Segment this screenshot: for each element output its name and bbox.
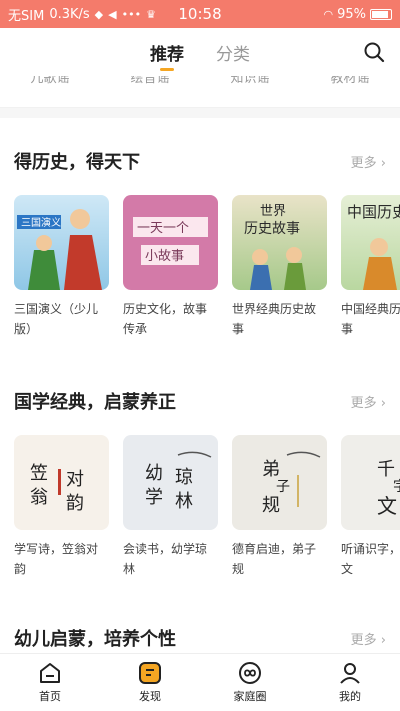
book-card[interactable]: 一天一个 小故事 历史文化，故事传承	[123, 195, 218, 339]
top-nav: 推荐 分类	[0, 28, 400, 76]
nav-label: 首页	[39, 690, 61, 703]
svg-text:弟: 弟	[262, 459, 280, 480]
svg-text:字: 字	[393, 479, 400, 495]
nav-discover[interactable]: 发现	[100, 654, 200, 711]
crown-icon: ♛	[146, 7, 156, 21]
svg-text:中国历史: 中国历史	[347, 203, 400, 221]
wifi-icon: ◠	[323, 7, 334, 21]
more-link[interactable]: 更多 ›	[351, 629, 386, 648]
book-cover: 弟 子 规	[232, 435, 327, 530]
battery-percent: 95%	[337, 6, 366, 22]
svg-text:历史故事: 历史故事	[244, 221, 300, 237]
nav-label: 家庭圈	[233, 690, 267, 703]
book-cover: 世界 历史故事	[232, 195, 327, 290]
search-icon[interactable]	[362, 40, 386, 64]
category-chips: 儿歌谣 绘音谣 知识谣 教材谣	[0, 76, 400, 108]
book-title: 会读书，幼学琼林	[123, 542, 208, 576]
svg-text:对: 对	[66, 469, 84, 490]
book-card[interactable]: 幼 学 琼 林 会读书，幼学琼林	[123, 435, 218, 579]
book-title: 世界经典历史故事	[232, 302, 317, 336]
svg-text:三国演义: 三国演义	[21, 216, 61, 229]
book-title: 三国演义（少儿版）	[14, 302, 99, 336]
book-cover: 三国演义	[14, 195, 109, 290]
book-cover: 千 字 文	[341, 435, 400, 530]
section-title: 幼儿启蒙，培养个性	[14, 629, 176, 650]
svg-text:幼: 幼	[145, 463, 163, 484]
nav-family[interactable]: 家庭圈	[200, 654, 300, 711]
dots-icon: •••	[121, 7, 142, 21]
section-title: 得历史，得天下	[14, 152, 140, 173]
svg-text:一天一个: 一天一个	[137, 221, 189, 236]
chip-0[interactable]: 儿歌谣	[30, 76, 69, 86]
svg-text:文: 文	[377, 494, 397, 518]
book-card[interactable]: 三国演义 三国演义（少儿版）	[14, 195, 109, 339]
book-title: 中国经典历史故事	[341, 302, 400, 336]
profile-icon	[340, 663, 360, 684]
notification-icon: ◆	[94, 7, 104, 21]
book-card[interactable]: 中国历史 中国经典历史故事	[341, 195, 400, 339]
book-title: 历史文化，故事传承	[123, 302, 208, 336]
clock: 10:58	[178, 5, 222, 23]
book-cover: 幼 学 琼 林	[123, 435, 218, 530]
svg-text:林: 林	[175, 491, 193, 512]
section-title: 国学经典，启蒙养正	[14, 392, 176, 413]
book-card[interactable]: 弟 子 规 德育启迪，弟子规	[232, 435, 327, 579]
chip-1[interactable]: 绘音谣	[130, 76, 169, 86]
svg-text:琼: 琼	[175, 467, 193, 488]
book-card[interactable]: 千 字 文 听诵识字，千字文	[341, 435, 400, 579]
home-icon	[40, 663, 60, 683]
svg-text:子: 子	[276, 479, 290, 495]
svg-text:翁: 翁	[30, 487, 48, 508]
battery-icon	[370, 8, 392, 20]
book-title: 听诵识字，千字文	[341, 542, 400, 576]
nav-me[interactable]: 我的	[300, 654, 400, 711]
book-cover: 中国历史	[341, 195, 400, 290]
svg-text:世界: 世界	[260, 204, 286, 219]
svg-text:笠: 笠	[30, 463, 48, 484]
chip-2[interactable]: 知识谣	[230, 76, 269, 86]
tab-category[interactable]: 分类	[216, 40, 250, 65]
bottom-nav: 首页 发现 家庭圈 我的	[0, 653, 400, 711]
carrier-label: 无SIM	[8, 8, 45, 24]
svg-text:千: 千	[377, 459, 395, 480]
book-cover: 笠 翁 对 韵	[14, 435, 109, 530]
section-divider	[0, 108, 400, 118]
svg-text:学: 学	[145, 487, 163, 508]
nav-label: 发现	[139, 690, 161, 703]
section-history: 得历史，得天下 更多 › 三国演义 三国演义（少儿版） 一天一个 小故事 历史文…	[0, 118, 400, 339]
network-speed: 0.3K/s	[49, 6, 90, 22]
nav-label: 我的	[339, 690, 361, 703]
book-cover: 一天一个 小故事	[123, 195, 218, 290]
section-classics: 国学经典，启蒙养正 更多 › 笠 翁 对 韵 学写诗，笠翁对韵 幼 学 琼 林 …	[0, 339, 400, 579]
status-bar: 无SIM 0.3K/s ◆ ◀ ••• ♛ 10:58 ◠ 95%	[0, 0, 400, 28]
family-circle-icon	[239, 662, 261, 684]
book-title: 德育启迪，弟子规	[232, 542, 317, 576]
chip-3[interactable]: 教材谣	[330, 76, 369, 86]
more-link[interactable]: 更多 ›	[351, 392, 386, 411]
svg-text:韵: 韵	[66, 493, 84, 514]
book-title: 学写诗，笠翁对韵	[14, 542, 99, 576]
tab-recommend[interactable]: 推荐	[150, 40, 184, 65]
svg-text:小故事: 小故事	[145, 249, 184, 264]
mute-icon: ◀	[108, 7, 117, 21]
nav-home[interactable]: 首页	[0, 654, 100, 711]
discover-icon	[139, 662, 161, 684]
more-link[interactable]: 更多 ›	[351, 152, 386, 171]
book-card[interactable]: 笠 翁 对 韵 学写诗，笠翁对韵	[14, 435, 109, 579]
svg-text:规: 规	[262, 495, 280, 516]
book-card[interactable]: 世界 历史故事 世界经典历史故事	[232, 195, 327, 339]
